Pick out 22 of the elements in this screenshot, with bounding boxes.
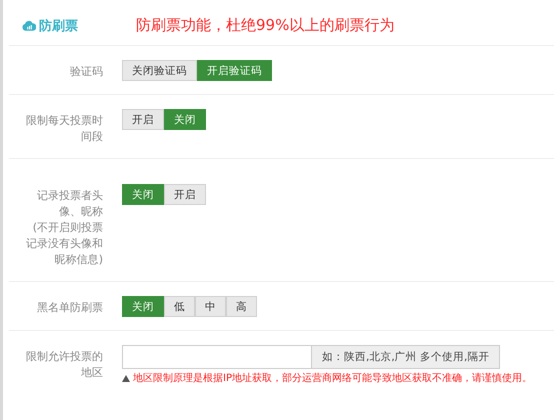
hint-text: 地区限制原理是根据IP地址获取，部分运营商网络可能导致地区获取不准确，请谨慎使用。 — [133, 372, 532, 385]
option-button[interactable]: 低 — [164, 296, 195, 317]
option-button[interactable]: 中 — [195, 296, 226, 317]
setting-label: 限制允许投票的地区 — [25, 349, 103, 381]
cloud-icon — [22, 20, 36, 31]
option-button[interactable]: 关闭验证码 — [122, 60, 197, 81]
option-button[interactable]: 开启 — [164, 184, 206, 205]
setting-label: 记录投票者头像、昵称 (不开启则投票记录没有头像和昵称信息) — [25, 188, 103, 268]
region-input-field[interactable] — [122, 345, 312, 369]
option-button[interactable]: 高 — [226, 296, 257, 317]
setting-label: 限制每天投票时间段 — [25, 113, 103, 145]
warning-triangle-icon — [122, 374, 130, 382]
input-addon: 如：陕西,北京,广州 多个使用,隔开 — [312, 345, 500, 369]
setting-label: 黑名单防刷票 — [36, 300, 103, 316]
notice-text: 防刷票功能，杜绝99%以上的刷票行为 — [136, 16, 394, 35]
section-title: 防刷票 — [39, 18, 78, 34]
option-button[interactable]: 关闭 — [122, 184, 164, 205]
option-button[interactable]: 开启验证码 — [197, 60, 272, 81]
option-button[interactable]: 开启 — [122, 109, 164, 130]
option-button[interactable]: 关闭 — [122, 296, 164, 317]
option-button[interactable]: 关闭 — [164, 109, 206, 130]
setting-label: 验证码 — [69, 64, 103, 80]
